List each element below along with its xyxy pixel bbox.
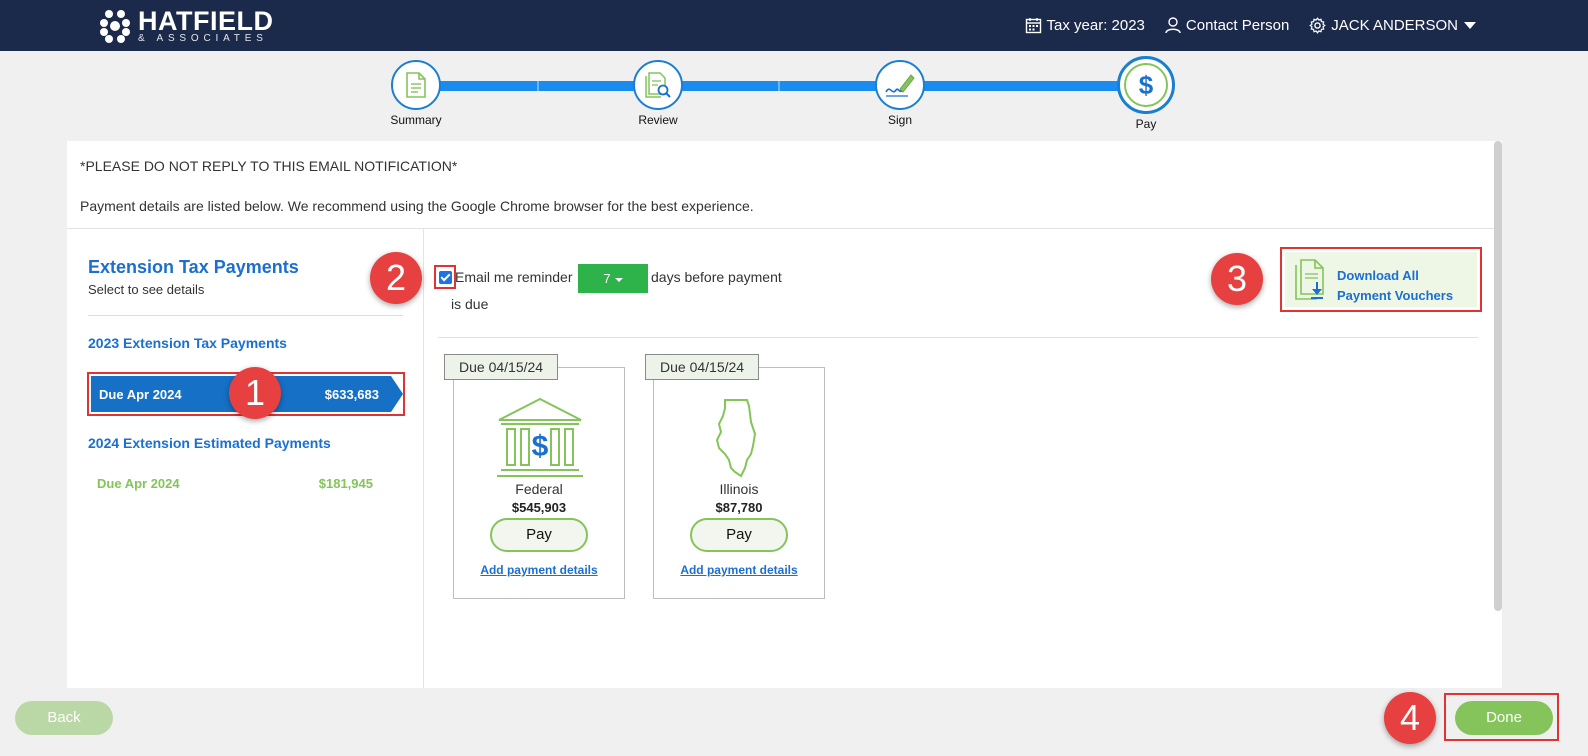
step-label: Review	[638, 113, 678, 127]
payment-item[interactable]: Due Apr 2024 $181,945	[97, 476, 373, 491]
step-label: Sign	[887, 113, 913, 127]
tax-year-selector[interactable]: Tax year: 2023	[1025, 17, 1145, 34]
user-name: JACK ANDERSON	[1331, 17, 1458, 34]
bank-dollar-icon: $	[497, 397, 583, 477]
progress-stepper: Summary Review Sign $ Pay	[0, 51, 1588, 141]
step-label: Pay	[1135, 117, 1157, 131]
selected-arrow	[391, 376, 403, 412]
reminder-text-after: days before payment	[651, 269, 782, 285]
reminder-days-value: 7	[603, 271, 611, 286]
tax-year-label: Tax year: 2023	[1046, 17, 1145, 34]
sidebar-title: Extension Tax Payments	[88, 257, 299, 277]
reminder-text-after-2: is due	[451, 296, 489, 312]
logo-mark-icon	[100, 9, 130, 43]
due-date-tag: Due 04/15/24	[645, 354, 760, 380]
caret-down-icon	[614, 277, 623, 282]
vertical-scrollbar[interactable]	[1494, 141, 1502, 611]
payment-card-amount: $87,780	[715, 500, 763, 515]
group-title-2023: 2023 Extension Tax Payments	[88, 335, 287, 351]
back-button[interactable]: Back	[15, 701, 113, 735]
download-vouchers-button[interactable]: Download All Payment Vouchers	[1280, 247, 1482, 312]
review-search-icon	[645, 72, 671, 98]
stepper-separator	[778, 81, 780, 91]
step-sign[interactable]: Sign	[860, 60, 940, 127]
payment-card-illinois: Illinois $87,780 Pay Add payment details	[653, 367, 825, 599]
payment-due-label: Due Apr 2024	[99, 387, 182, 402]
person-icon	[1165, 17, 1181, 34]
callout-marker-2: 2	[370, 252, 422, 304]
callout-marker-3: 3	[1211, 253, 1263, 305]
download-documents-icon	[1295, 259, 1324, 300]
reminder-days-dropdown[interactable]: 7	[578, 264, 648, 293]
payment-jurisdiction: Illinois	[719, 481, 759, 497]
divider	[88, 315, 403, 316]
payment-due-label: Due Apr 2024	[97, 476, 180, 491]
contact-person-link[interactable]: Contact Person	[1165, 17, 1289, 34]
done-button[interactable]: Done	[1455, 701, 1553, 735]
callout-marker-1: 1	[229, 367, 281, 419]
download-line2: Payment Vouchers	[1337, 288, 1454, 303]
reminder-text: Email me reminder	[455, 269, 573, 285]
gear-icon	[1309, 17, 1327, 34]
reminder-checkbox[interactable]	[434, 265, 456, 289]
step-pay[interactable]: $ Pay	[1106, 56, 1186, 131]
bank-dollar-glyph: $	[532, 430, 549, 463]
done-highlight: Done	[1444, 693, 1559, 741]
hatfield-logo: HATFIELD & ASSOCIATES	[100, 8, 273, 44]
top-navigation-bar: HATFIELD & ASSOCIATES Tax year: 2023 Con…	[0, 0, 1588, 51]
user-menu[interactable]: JACK ANDERSON	[1309, 17, 1476, 34]
illinois-state-icon	[715, 399, 757, 478]
step-label: Summary	[390, 113, 442, 127]
calendar-icon	[1025, 18, 1041, 34]
payment-card-amount: $545,903	[511, 500, 567, 515]
divider	[438, 337, 1478, 338]
pay-button-illinois[interactable]: Pay	[690, 518, 788, 552]
caret-down-icon	[1464, 22, 1476, 29]
payment-amount: $633,683	[324, 387, 379, 402]
payment-card-federal: $ Federal $545,903 Pay Add payment detai…	[453, 367, 625, 599]
add-payment-details-link[interactable]: Add payment details	[654, 563, 824, 577]
stepper-separator	[537, 81, 539, 91]
add-payment-details-link[interactable]: Add payment details	[454, 563, 624, 577]
pay-button-federal[interactable]: Pay	[490, 518, 588, 552]
step-review[interactable]: Review	[618, 60, 698, 127]
logo-sub-text: & ASSOCIATES	[138, 33, 268, 44]
sidebar-subtitle: Select to see details	[88, 282, 205, 297]
payment-jurisdiction: Federal	[515, 481, 563, 497]
stepper-progress-line	[440, 81, 1120, 91]
signature-pen-icon	[885, 74, 915, 97]
no-reply-notice: *PLEASE DO NOT REPLY TO THIS EMAIL NOTIF…	[80, 158, 458, 174]
document-icon	[406, 72, 426, 98]
browser-recommendation: Payment details are listed below. We rec…	[80, 198, 754, 214]
payment-amount: $181,945	[318, 476, 373, 491]
group-title-2024: 2024 Extension Estimated Payments	[88, 435, 331, 451]
dollar-icon: $	[1124, 63, 1168, 107]
due-date-tag: Due 04/15/24	[444, 354, 559, 380]
checkmark-icon	[439, 271, 452, 284]
contact-person-label: Contact Person	[1185, 17, 1290, 34]
step-summary[interactable]: Summary	[376, 60, 456, 127]
callout-marker-4: 4	[1384, 692, 1436, 744]
download-line1: Download All	[1337, 268, 1419, 283]
logo-main-text: HATFIELD	[138, 6, 274, 36]
payments-sidebar: Extension Tax Payments Select to see det…	[67, 229, 424, 688]
